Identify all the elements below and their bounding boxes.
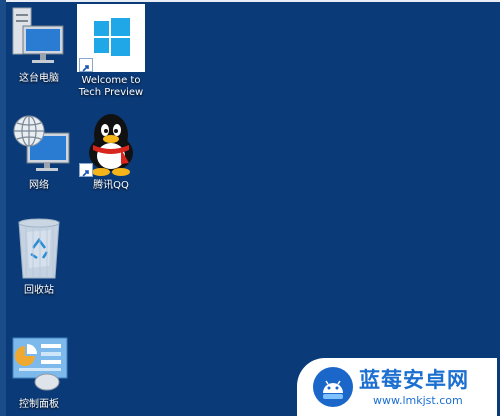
windows-logo-icon (77, 4, 145, 72)
shortcut-arrow-icon (79, 163, 93, 177)
watermark-url: www.lmkjst.com (373, 394, 463, 407)
desktop-icon-network[interactable]: 网络 (0, 113, 78, 192)
qq-penguin-icon (77, 109, 145, 177)
icon-label-control-panel: 控制面板 (19, 399, 59, 410)
desktop-icon-this-pc[interactable]: 这台电脑 (0, 6, 78, 85)
icon-label-network: 网络 (29, 180, 49, 191)
site-watermark: 蓝莓安卓网 www.lmkjst.com (297, 358, 497, 416)
icon-label-qq: 腾讯QQ (93, 180, 129, 191)
shortcut-arrow-icon (79, 58, 93, 72)
icon-label-welcome: Welcome to Tech Preview (78, 75, 144, 98)
icon-label-recycle-bin: 回收站 (24, 285, 54, 296)
icon-label-this-pc: 这台电脑 (19, 73, 59, 84)
watermark-brand: 蓝莓安卓网 (359, 368, 469, 392)
desktop-icon-welcome[interactable]: Welcome to Tech Preview (71, 4, 151, 99)
recycle-bin-icon (7, 218, 71, 282)
desktop-icon-control-panel[interactable]: 控制面板 (0, 332, 78, 411)
network-icon (7, 113, 71, 177)
desktop-icon-qq[interactable]: 腾讯QQ (71, 109, 151, 192)
control-panel-icon (7, 332, 71, 396)
android-logo-icon (313, 367, 353, 407)
this-pc-icon (7, 6, 71, 70)
window-edge (0, 0, 500, 2)
desktop-icon-recycle-bin[interactable]: 回收站 (0, 218, 78, 297)
